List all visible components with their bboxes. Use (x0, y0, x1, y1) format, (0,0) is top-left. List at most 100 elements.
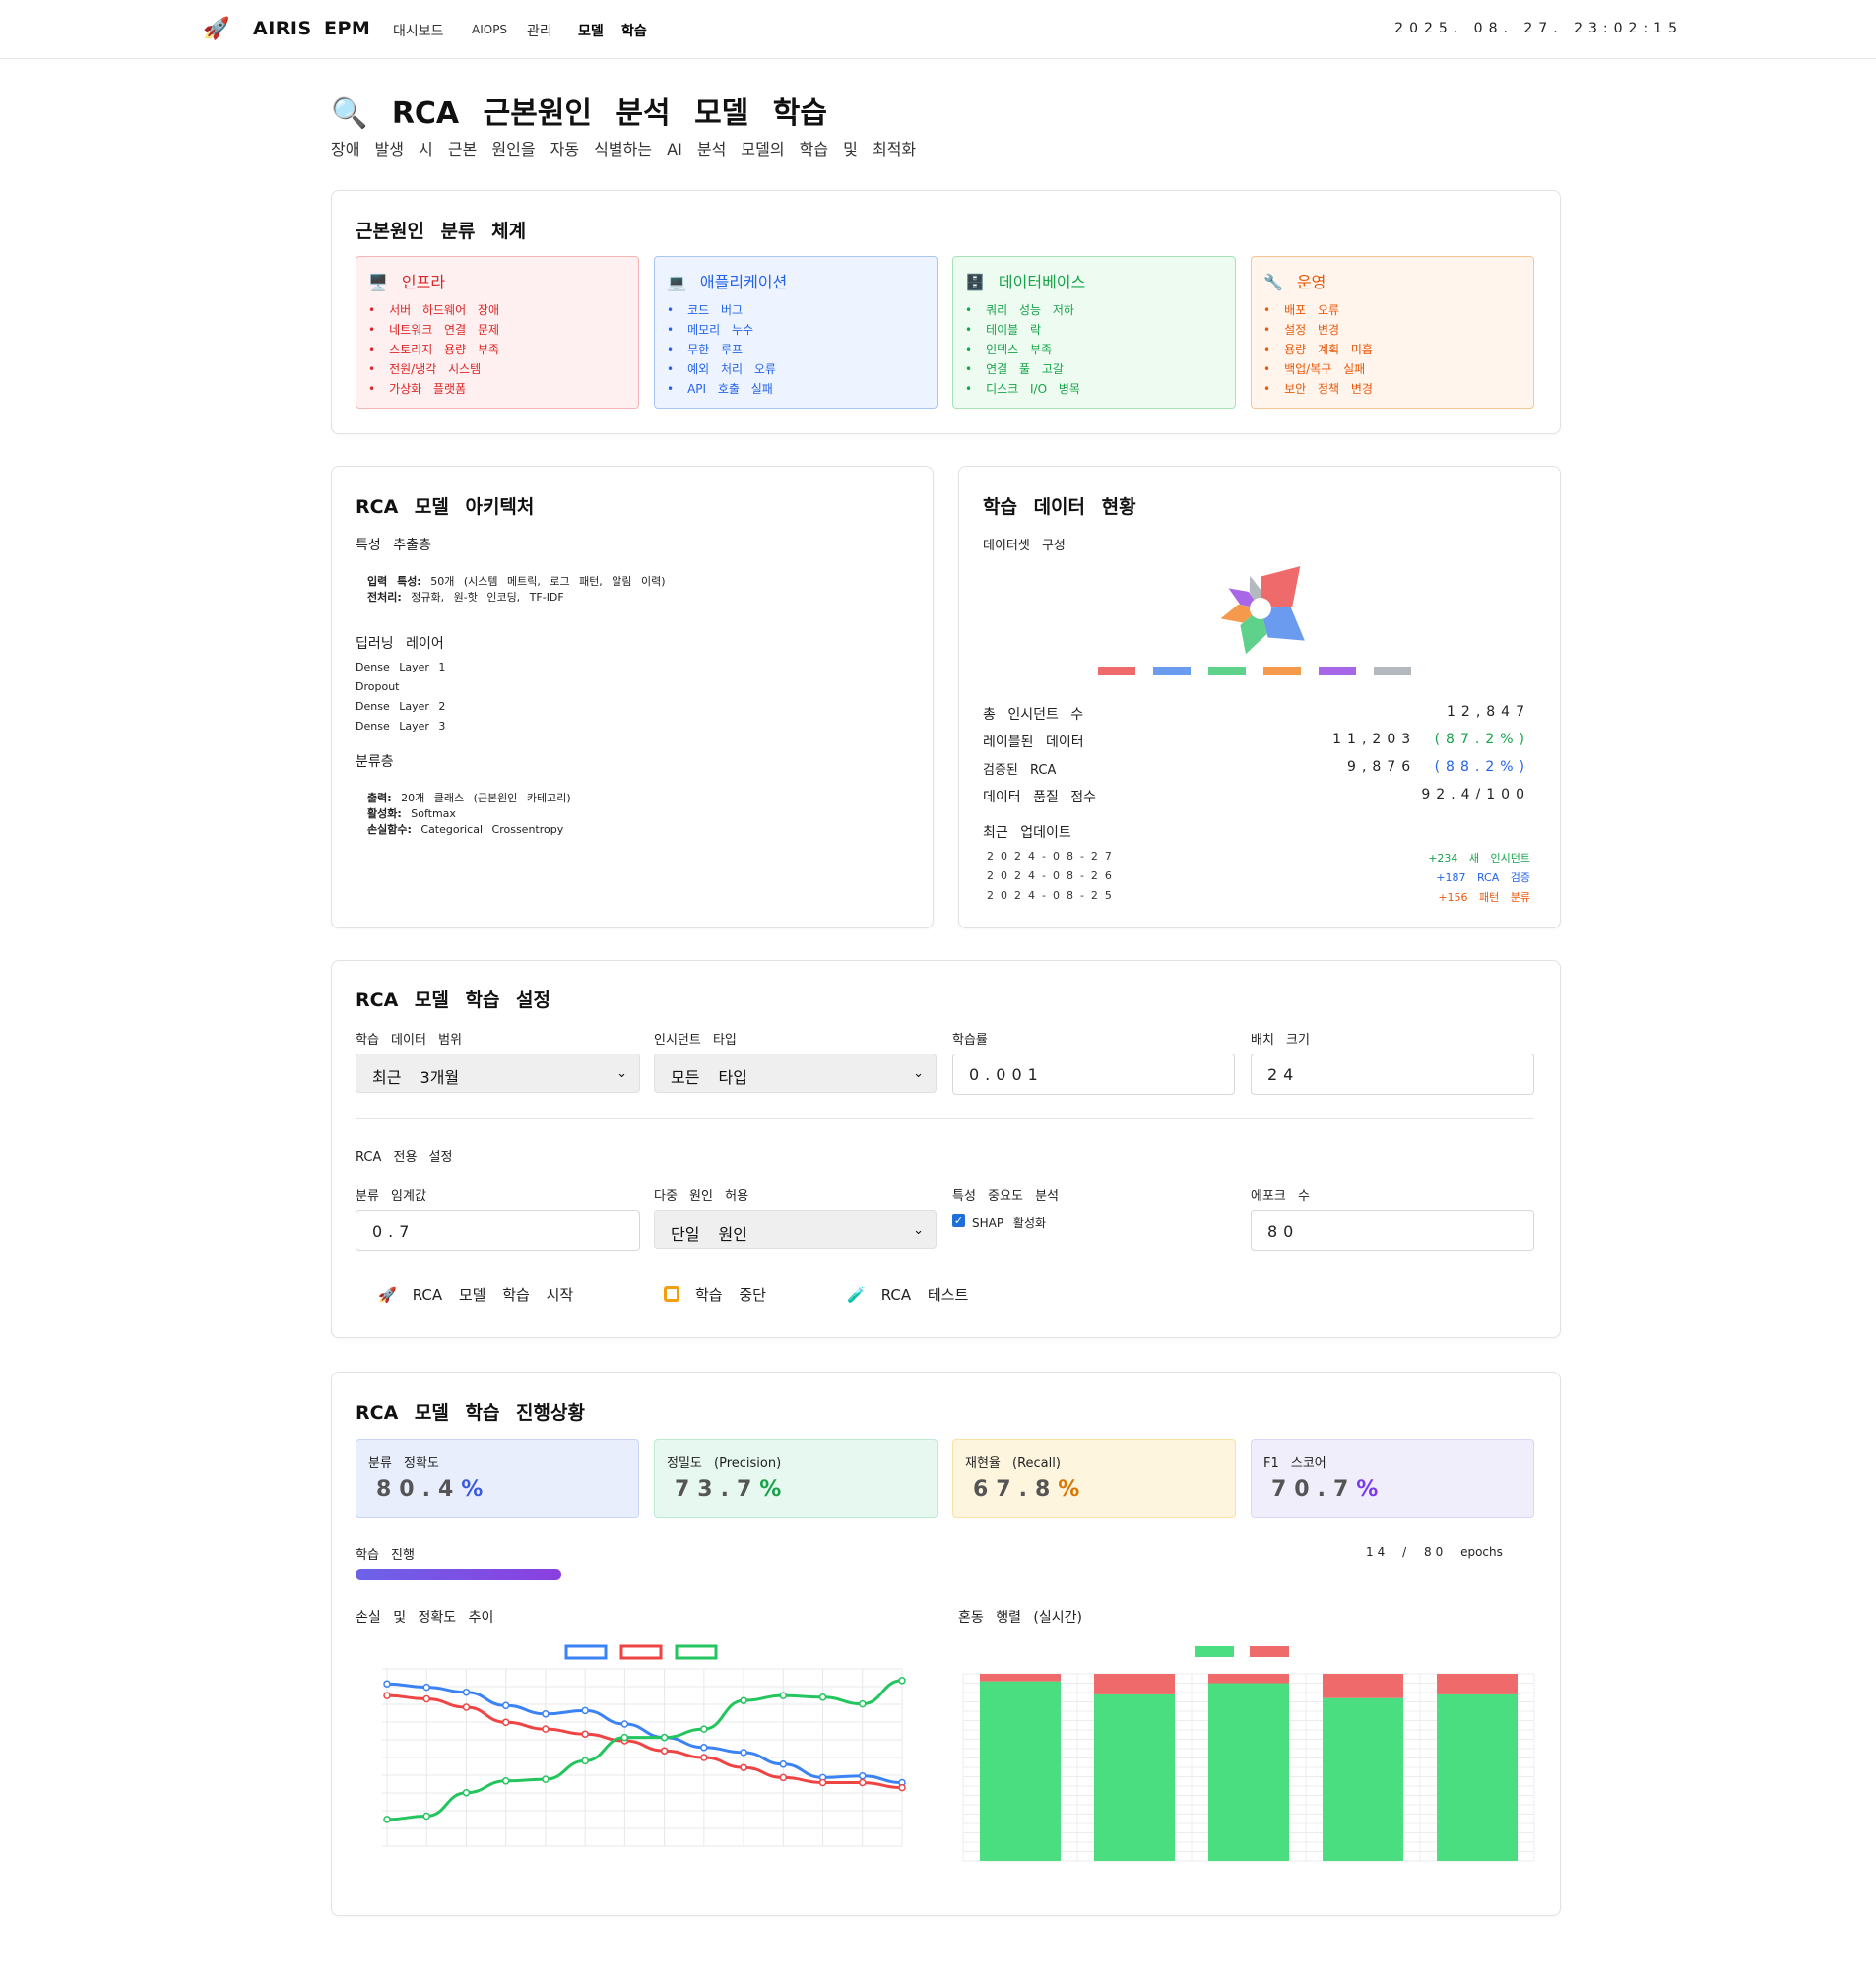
stat-percent: (87.2%) (1434, 732, 1530, 747)
layer-item: Dense Layer 1 (356, 661, 446, 673)
range-value: 최근 3개월 (372, 1068, 460, 1087)
brand-airis[interactable]: AIRIS (253, 18, 312, 39)
feature-layer-title: 특성 추출층 (356, 538, 431, 553)
metric-card: 정밀도 (Precision) 73.7% (654, 1439, 938, 1518)
category-item: 스토리지 용량 부족 (368, 340, 626, 359)
input-feature-line: 입력 특성: 50개 (시스템 메트릭, 로그 패턴, 알림 이력) (367, 573, 666, 589)
multi-cause-value: 단일 원인 (671, 1225, 747, 1244)
batch-input[interactable]: 24 (1251, 1054, 1534, 1095)
data-point (700, 1754, 708, 1761)
progress-track (356, 1569, 1534, 1580)
data-point (740, 1696, 747, 1704)
bar-segment (1437, 1693, 1518, 1861)
loss-fn-value: Categorical Crossentropy (420, 823, 564, 836)
threshold-input[interactable]: 0.7 (356, 1210, 640, 1251)
category-item: API 호출 실패 (667, 379, 925, 399)
layer-item: Dense Layer 3 (356, 720, 446, 733)
start-training-button[interactable]: 🚀 RCA 모델 학습 시작 (378, 1284, 573, 1305)
nav-aiops[interactable]: AIOPS (472, 23, 507, 36)
divider (356, 1118, 1534, 1119)
data-point (859, 1778, 867, 1787)
shap-checkbox[interactable]: ✓ (952, 1214, 965, 1227)
data-point (383, 1692, 391, 1699)
feature-importance-label: 특성 중요도 분석 (952, 1189, 1059, 1204)
bar-segment (1094, 1674, 1175, 1694)
input-value: 50개 (시스템 메트릭, 로그 패턴, 알림 이력) (430, 575, 666, 588)
settings-title: RCA 모델 학습 설정 (356, 990, 551, 1011)
nav-model[interactable]: 모델 (578, 21, 604, 40)
metric-card: F1 스코어 70.7% (1251, 1439, 1534, 1518)
category-icon: 💻 (667, 273, 686, 291)
stat-label: 데이터 품질 점수 (983, 790, 1097, 805)
update-change: +156 패턴 분류 (1438, 891, 1530, 904)
legend-swatch (1250, 1646, 1289, 1657)
stat-value: 11,203 (87.2%) (1332, 732, 1530, 747)
stop-training-button[interactable]: 학습 중단 (664, 1284, 766, 1305)
data-point (898, 1677, 906, 1685)
progress-fill (356, 1569, 562, 1580)
legend-swatch (1319, 667, 1356, 675)
stat-value: 9,876 (88.2%) (1347, 759, 1530, 775)
lr-label: 학습률 (952, 1033, 988, 1048)
stat-label: 검증된 RCA (983, 763, 1057, 778)
layer-item: Dense Layer 2 (356, 700, 446, 713)
stat-number: 12,847 (1447, 704, 1530, 720)
rca-test-label: RCA 테스트 (880, 1286, 969, 1304)
page-title-text: RCA 근본원인 분석 모델 학습 (391, 96, 827, 131)
epoch-total: 80 (1423, 1545, 1448, 1559)
category-item: 서버 하드웨어 장애 (368, 300, 626, 320)
stat-value: 12,847 (1447, 704, 1530, 720)
brand-epm[interactable]: EPM (324, 18, 370, 39)
range-select[interactable]: 최근 3개월 ⌄ (356, 1054, 640, 1093)
legend-swatch (1263, 667, 1301, 675)
bar-segment (980, 1674, 1061, 1682)
category-header: 🖥️ 인프라 (368, 269, 626, 292)
epoch-counter: 14 / 80 epochs (1366, 1545, 1503, 1559)
threshold-label: 분류 임계값 (356, 1189, 426, 1204)
architecture-title: RCA 모델 아키텍처 (356, 496, 535, 518)
multi-cause-select[interactable]: 단일 원인 ⌄ (654, 1210, 937, 1249)
type-select[interactable]: 모든 타입 ⌄ (654, 1054, 937, 1093)
lr-input[interactable]: 0.001 (952, 1054, 1235, 1095)
data-point (422, 1683, 430, 1692)
category-item: 연결 풀 고갈 (965, 359, 1223, 379)
data-point (501, 1718, 510, 1727)
nav-training[interactable]: 학습 (621, 21, 647, 40)
bar-segment (1208, 1683, 1289, 1861)
data-point (740, 1749, 747, 1757)
category-icon: 🗄️ (965, 273, 985, 291)
legend-box (675, 1644, 718, 1660)
stat-percent: (88.2%) (1434, 759, 1530, 775)
stat-number: 9,876 (1347, 759, 1417, 775)
data-point (462, 1703, 471, 1711)
rocket-icon: 🚀 (378, 1286, 397, 1304)
data-point (422, 1812, 430, 1821)
category-card: 🔧 운영배포 오류설정 변경용량 계획 미흡백업/복구 실패보안 정책 변경 (1251, 256, 1534, 409)
data-point (660, 1733, 669, 1742)
data-point (700, 1725, 708, 1733)
metric-value: 73.7% (675, 1477, 925, 1502)
update-row: 2024-08-26 +187 RCA 검증 (983, 869, 1530, 884)
data-point (383, 1680, 391, 1688)
bar-segment (1323, 1697, 1403, 1861)
dataset-subtitle: 데이터셋 구성 (983, 539, 1066, 553)
stat-value: 92.4/100 (1421, 787, 1530, 802)
input-label: 입력 특성: (367, 575, 421, 588)
nav-admin[interactable]: 관리 (527, 21, 552, 40)
rca-test-button[interactable]: 🧪 RCA 테스트 (847, 1284, 968, 1305)
nav-dashboard[interactable]: 대시보드 (393, 21, 444, 40)
stop-icon (664, 1286, 679, 1302)
data-point (581, 1706, 589, 1715)
dataset-polar-chart (1220, 566, 1305, 655)
category-icon: 🔧 (1263, 273, 1283, 291)
category-item: 테이블 락 (965, 320, 1223, 340)
category-card: 💻 애플리케이션코드 버그메모리 누수무한 루프예외 처리 오류API 호출 실패 (654, 256, 938, 409)
metric-label: 정밀도 (Precision) (667, 1456, 782, 1471)
epoch-input[interactable]: 80 (1251, 1210, 1534, 1251)
epoch-label: 에포크 수 (1251, 1189, 1310, 1204)
confusion-title: 혼동 행렬 (실시간) (958, 1610, 1082, 1626)
update-title: 최근 업데이트 (983, 825, 1071, 841)
category-item: 설정 변경 (1263, 320, 1521, 340)
chevron-down-icon: ⌄ (913, 1066, 924, 1081)
category-card: 🖥️ 인프라서버 하드웨어 장애네트워크 연결 문제스토리지 용량 부족전원/냉각… (356, 256, 639, 409)
